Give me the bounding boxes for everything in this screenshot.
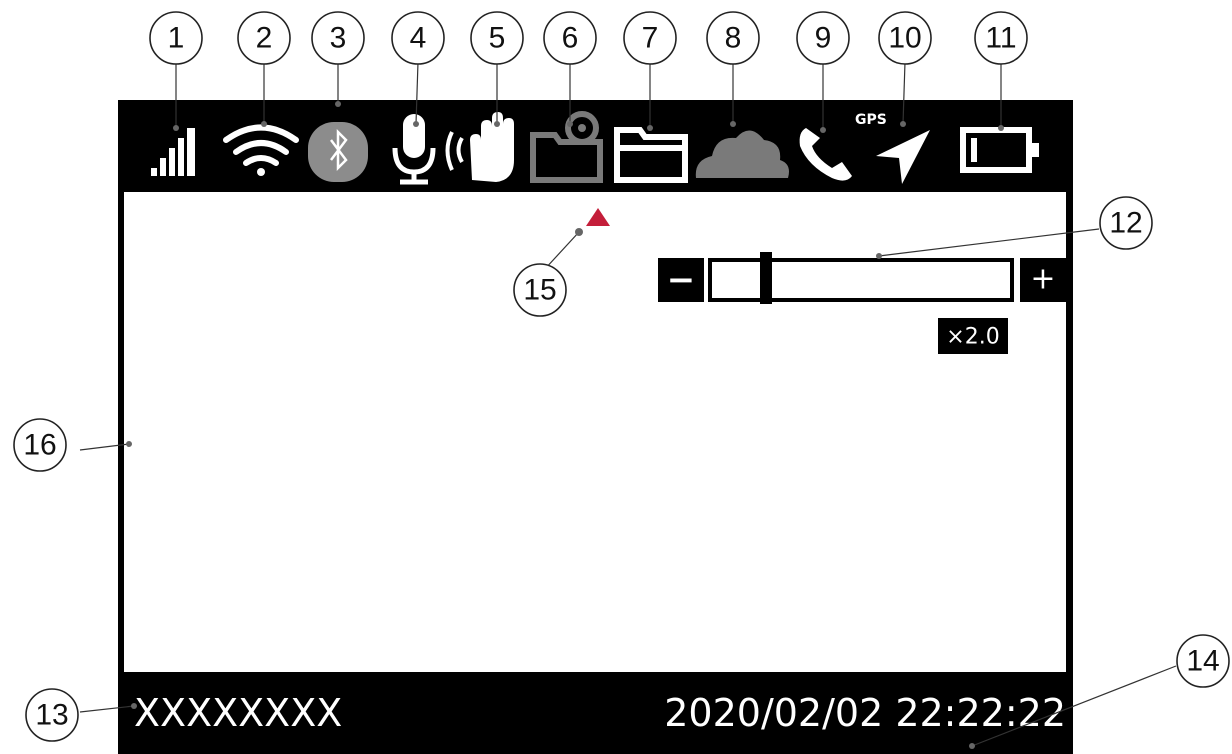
callout-7-number: 7 [642, 22, 659, 55]
callout-5: 5 [470, 11, 524, 65]
callout-10: 10 [878, 11, 932, 65]
callout-12: 12 [1099, 196, 1153, 250]
zoom-in-label: + [1030, 262, 1055, 297]
callout-3: 3 [311, 11, 365, 65]
callout-8: 8 [706, 11, 760, 65]
device-id: XXXXXXXX [134, 691, 342, 735]
callout-11: 11 [974, 11, 1028, 65]
callout-15: 15 [513, 263, 567, 317]
bluetooth-icon [308, 122, 368, 182]
callout-3-number: 3 [330, 22, 347, 55]
callout-16-number: 16 [23, 429, 56, 462]
callout-15-number: 15 [523, 274, 556, 307]
callout-5-number: 5 [489, 22, 506, 55]
callout-4: 4 [391, 11, 445, 65]
zoom-out-label: − [667, 260, 696, 300]
callout-2: 2 [237, 11, 291, 65]
callout-4-number: 4 [410, 22, 427, 55]
callout-13: 13 [25, 688, 79, 742]
callout-9-number: 9 [815, 22, 832, 55]
callout-10-number: 10 [888, 22, 921, 55]
callout-2-number: 2 [256, 22, 273, 55]
callout-7: 7 [623, 11, 677, 65]
zoom-slider-handle[interactable] [760, 252, 772, 304]
callout-14: 14 [1176, 634, 1230, 688]
callout-1-number: 1 [168, 22, 185, 55]
callout-12-number: 12 [1109, 207, 1142, 240]
callout-1: 1 [149, 11, 203, 65]
callout-14-number: 14 [1186, 645, 1219, 678]
callout-9: 9 [796, 11, 850, 65]
device-screen-diagram: GPS − + ×2.0 XXXXXXXX 2020/02/02 22:22:2… [13, 11, 1230, 754]
zoom-value: ×2.0 [946, 325, 999, 350]
callout-16: 16 [13, 418, 67, 472]
zoom-slider-track[interactable] [708, 258, 1014, 302]
callout-6-number: 6 [562, 22, 579, 55]
callout-13-number: 13 [35, 699, 68, 732]
callout-6: 6 [543, 11, 597, 65]
callout-11-number: 11 [985, 22, 1016, 55]
datetime: 2020/02/02 22:22:22 [664, 691, 1066, 735]
callout-8-number: 8 [725, 22, 742, 55]
gps-label: GPS [855, 112, 887, 128]
